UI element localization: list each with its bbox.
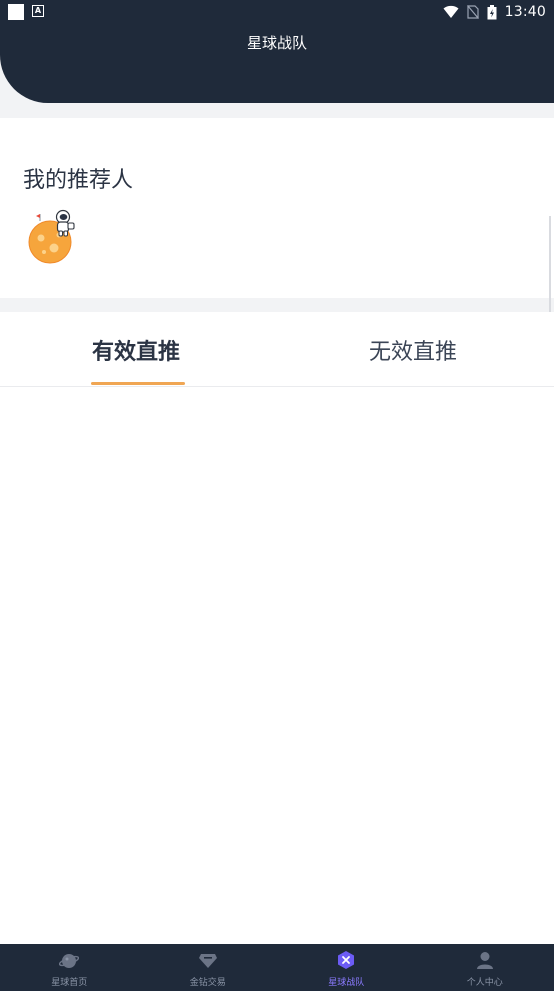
direct-list-empty [0,387,554,944]
referrer-avatar[interactable] [26,208,84,266]
notification-a-icon: A [32,5,44,17]
user-icon [476,952,493,969]
nav-label-team: 星球战队 [328,978,365,988]
bottom-nav: 星球首页 金钻交易 星球战队 个人中心 [0,944,554,991]
page-title: 星球战队 [246,34,307,52]
planet-icon [59,954,80,968]
tabs-section: 有效直推 无效直推 [0,312,554,944]
diamond-icon [198,954,217,968]
tab-invalid-direct[interactable]: 无效直推 [369,334,457,366]
nav-label-trade: 金钻交易 [189,978,226,988]
nav-item-profile[interactable]: 个人中心 [416,944,554,991]
nav-label-profile: 个人中心 [466,978,503,988]
status-bar: A 13:40 [0,0,554,24]
no-sim-icon [466,5,479,19]
status-time: 13:40 [504,4,546,20]
tab-valid-direct[interactable]: 有效直推 [92,334,180,366]
nav-label-home: 星球首页 [51,978,88,988]
referrer-title: 我的推荐人 [23,168,134,193]
nav-item-trade[interactable]: 金钻交易 [139,944,278,991]
team-icon [338,951,355,969]
nav-item-team[interactable]: 星球战队 [277,944,416,991]
notification-square-icon [8,4,24,20]
nav-item-home[interactable]: 星球首页 [0,944,139,991]
status-right: 13:40 [443,3,546,21]
wifi-icon [443,5,459,18]
battery-icon [487,4,497,19]
tabs-bar: 有效直推 无效直推 [0,312,554,387]
referrer-card: 我的推荐人 [0,118,554,298]
active-tab-indicator [91,382,185,385]
top-header: A 13:40 星球战队 [0,0,554,103]
